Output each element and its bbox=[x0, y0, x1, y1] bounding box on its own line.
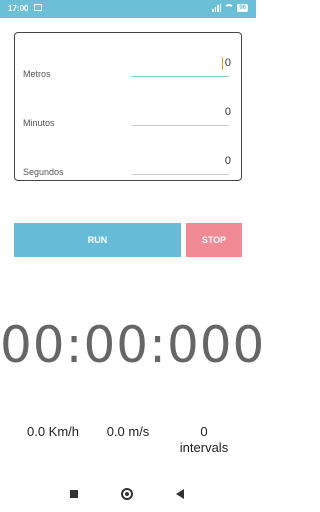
minutes-label: Minutos bbox=[23, 118, 55, 128]
run-button[interactable]: RUN bbox=[14, 223, 181, 257]
seconds-label: Segundos bbox=[23, 167, 64, 177]
intervals-label: intervals bbox=[179, 440, 229, 455]
meters-field[interactable]: Metros 0 bbox=[15, 43, 241, 83]
minutes-underline bbox=[132, 125, 229, 126]
intervals-counter: 0 intervals bbox=[172, 424, 236, 456]
input-card: Metros 0 Minutos 0 Segundos 0 bbox=[14, 32, 242, 181]
wifi-icon bbox=[224, 4, 235, 12]
minutes-field[interactable]: Minutos 0 bbox=[15, 92, 241, 132]
meters-label: Metros bbox=[23, 69, 51, 79]
status-bar: 17:00 96 bbox=[0, 0, 256, 18]
stop-button[interactable]: STOP bbox=[186, 223, 242, 257]
home-icon[interactable] bbox=[121, 488, 133, 500]
navigation-bar bbox=[0, 478, 256, 512]
speed-kmh: 0.0 Km/h bbox=[26, 424, 80, 439]
status-time: 17:00 bbox=[8, 4, 29, 13]
screenshot-notification-icon bbox=[34, 4, 42, 11]
status-icons: 96 bbox=[212, 4, 248, 12]
intervals-count: 0 bbox=[200, 424, 208, 439]
signal-icon bbox=[212, 4, 222, 12]
seconds-underline bbox=[132, 174, 229, 175]
speed-ms: 0.0 m/s bbox=[106, 424, 150, 439]
minutes-input[interactable]: 0 bbox=[225, 106, 231, 118]
meters-input[interactable]: 0 bbox=[225, 57, 231, 69]
text-cursor bbox=[222, 57, 223, 70]
seconds-input[interactable]: 0 bbox=[225, 155, 231, 167]
meters-underline bbox=[132, 75, 229, 77]
timer-display: 00:00:000 bbox=[0, 316, 266, 374]
battery-icon: 96 bbox=[237, 4, 248, 12]
recents-icon[interactable] bbox=[70, 490, 78, 498]
back-icon[interactable] bbox=[176, 489, 184, 499]
seconds-field[interactable]: Segundos 0 bbox=[15, 141, 241, 181]
